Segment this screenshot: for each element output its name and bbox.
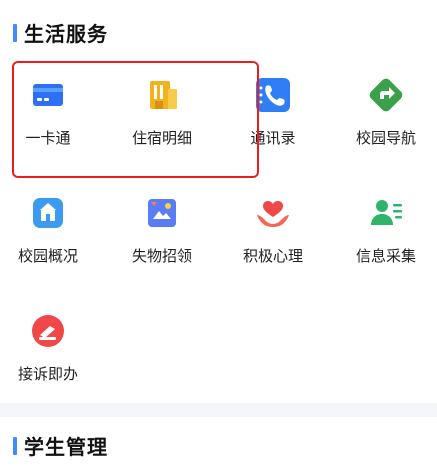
service-item-campus-overview[interactable]: 校园概况 [0, 193, 96, 266]
campus-icon [28, 193, 68, 233]
section-accent-bar [13, 23, 17, 42]
heart-hands-icon [253, 193, 293, 233]
service-item-lost-found[interactable]: 失物招领 [114, 193, 210, 266]
item-label: 接诉即办 [17, 365, 78, 383]
item-label: 失物招领 [131, 247, 192, 265]
item-label: 校园概况 [17, 247, 78, 265]
lost-found-icon [142, 193, 182, 233]
item-label: 积极心理 [242, 247, 303, 265]
section-header-life-services: 生活服务 [13, 18, 108, 47]
item-label: 信息采集 [355, 247, 416, 265]
complaint-icon [28, 311, 68, 351]
section-title: 生活服务 [24, 22, 108, 46]
navigation-icon [366, 75, 406, 115]
service-item-positive-psychology[interactable]: 积极心理 [225, 193, 321, 266]
phone-icon [253, 75, 293, 115]
selection-highlight-box [12, 61, 259, 178]
service-item-campus-navigation[interactable]: 校园导航 [338, 75, 434, 148]
section-divider [0, 403, 437, 417]
section-header-student-management: 学生管理 [13, 431, 108, 460]
item-label: 校园导航 [355, 129, 416, 147]
service-item-complaint-handling[interactable]: 接诉即办 [0, 311, 96, 384]
section-title: 学生管理 [24, 435, 108, 459]
service-item-info-collection[interactable]: 信息采集 [338, 193, 434, 266]
user-info-icon [366, 193, 406, 233]
section-accent-bar [13, 436, 17, 455]
